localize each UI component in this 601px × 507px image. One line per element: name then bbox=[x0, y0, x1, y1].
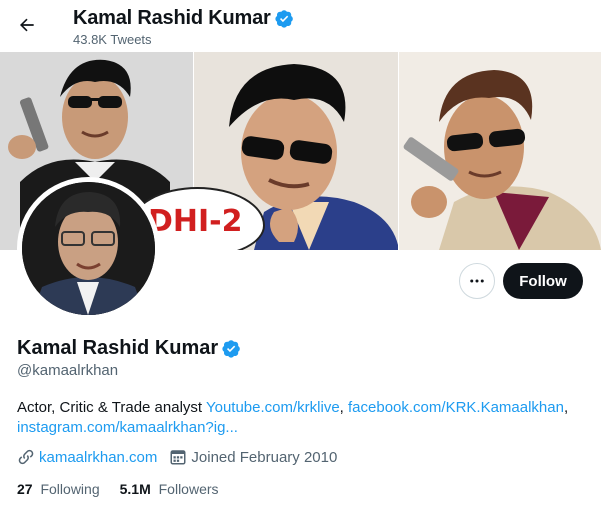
more-options-button[interactable] bbox=[459, 263, 495, 299]
bio-text: Actor, Critic & Trade analyst bbox=[17, 399, 203, 416]
profile-bio: Actor, Critic & Trade analyst Youtube.co… bbox=[17, 399, 569, 436]
bio-link-youtube[interactable]: Youtube.com/krklive bbox=[206, 399, 340, 416]
follow-stats: 27 Following 5.1M Followers bbox=[17, 481, 239, 497]
bio-link-facebook[interactable]: facebook.com/KRK.Kamaalkhan bbox=[348, 399, 564, 416]
profile-handle: @kamaalrkhan bbox=[17, 362, 119, 379]
profile-name-row: Kamal Rashid Kumar bbox=[17, 337, 241, 360]
header-display-name: Kamal Rashid Kumar bbox=[73, 7, 271, 29]
arrow-left-icon bbox=[20, 18, 34, 32]
followers-label: Followers bbox=[158, 481, 219, 497]
link-icon bbox=[18, 449, 34, 465]
avatar[interactable] bbox=[22, 182, 155, 315]
followers-count: 5.1M bbox=[119, 481, 151, 497]
joined-date: Joined February 2010 bbox=[191, 448, 338, 466]
top-title: Kamal Rashid Kumar bbox=[73, 7, 294, 30]
following-link[interactable]: 27 Following bbox=[17, 481, 100, 497]
back-button[interactable] bbox=[10, 8, 44, 42]
website-link[interactable]: kamaalrkhan.com bbox=[39, 449, 157, 466]
bio-link-instagram[interactable]: instagram.com/kamaalrkhan?ig... bbox=[17, 419, 238, 436]
profile-meta: kamaalrkhan.com Joined February 2010 bbox=[17, 448, 349, 466]
tweet-count: 43.8K Tweets bbox=[73, 32, 152, 47]
followers-link[interactable]: 5.1M Followers bbox=[120, 481, 219, 497]
verified-badge-icon bbox=[274, 10, 293, 28]
following-label: Following bbox=[40, 481, 100, 497]
joined-item: Joined February 2010 bbox=[169, 448, 337, 466]
website-item: kamaalrkhan.com bbox=[17, 448, 157, 466]
top-bar: Kamal Rashid Kumar 43.8K Tweets bbox=[0, 0, 601, 52]
more-dots-icon bbox=[470, 279, 484, 283]
follow-button[interactable]: Follow bbox=[503, 263, 583, 299]
verified-badge-icon bbox=[222, 340, 240, 358]
profile-display-name: Kamal Rashid Kumar bbox=[17, 337, 219, 359]
speech-bubble-text: DHI-2 bbox=[148, 204, 243, 239]
following-count: 27 bbox=[17, 481, 33, 497]
banner-photo-right bbox=[399, 52, 601, 250]
calendar-icon bbox=[170, 450, 186, 465]
